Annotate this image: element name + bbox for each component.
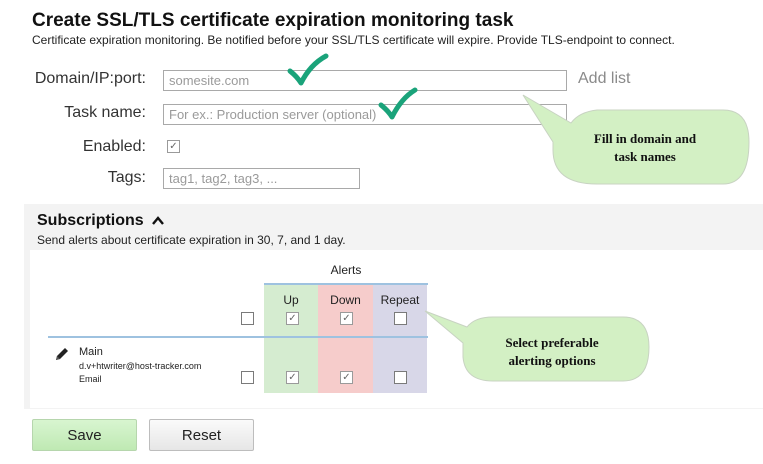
checkmark-icon: ✓ — [342, 312, 351, 324]
subscriber-name: Main — [79, 346, 103, 358]
task-name-input[interactable] — [163, 104, 567, 125]
subscriptions-toggle[interactable]: Subscriptions — [37, 212, 165, 230]
save-button[interactable]: Save — [32, 419, 137, 451]
form-callout-line-2: task names — [614, 149, 676, 164]
subscriptions-description: Send alerts about certificate expiration… — [37, 233, 346, 247]
row-select-checkbox[interactable] — [241, 371, 254, 384]
domain-input[interactable] — [163, 70, 567, 91]
row-down-checkbox[interactable]: ✓ — [340, 371, 353, 384]
green-checkmark-icon — [287, 53, 329, 86]
page-description: Certificate expiration monitoring. Be no… — [32, 33, 675, 47]
up-column-header: Up — [283, 293, 299, 307]
subscriber-email: d.v+htwriter@host-tracker.com — [79, 361, 202, 371]
down-all-checkbox[interactable]: ✓ — [340, 312, 353, 325]
alerts-callout-line-2: alerting options — [508, 353, 596, 368]
row-repeat-checkbox[interactable] — [394, 371, 407, 384]
repeat-all-checkbox[interactable] — [394, 312, 407, 325]
up-all-checkbox[interactable]: ✓ — [286, 312, 299, 325]
alerts-divider — [264, 283, 428, 285]
alerts-callout-line-1: Select preferable — [505, 335, 599, 350]
form-callout-line-1: Fill in domain and — [593, 131, 697, 146]
pencil-icon[interactable] — [54, 346, 70, 362]
select-all-checkbox[interactable] — [241, 312, 254, 325]
tags-label: Tags: — [107, 169, 146, 186]
subscriptions-title: Subscriptions — [37, 212, 144, 229]
page-title: Create SSL/TLS certificate expiration mo… — [32, 10, 514, 31]
row-up-checkbox[interactable]: ✓ — [286, 371, 299, 384]
down-column-header: Down — [330, 293, 361, 307]
alerts-callout: Select preferable alerting options — [467, 334, 637, 370]
checkmark-icon: ✓ — [288, 312, 297, 324]
tags-input[interactable] — [163, 168, 360, 189]
subscriber-type: Email — [79, 374, 102, 384]
domain-label: Domain/IP:port: — [34, 70, 146, 87]
checkmark-icon: ✓ — [169, 140, 178, 152]
reset-button[interactable]: Reset — [149, 419, 254, 451]
enabled-label: Enabled: — [82, 138, 146, 155]
form-callout: Fill in domain and task names — [555, 130, 735, 166]
task-name-label: Task name: — [64, 104, 146, 121]
add-list-link[interactable]: Add list — [578, 70, 630, 88]
green-checkmark-icon — [378, 87, 418, 120]
alerts-header: Alerts — [330, 263, 362, 277]
checkmark-icon: ✓ — [342, 371, 351, 383]
checkmark-icon: ✓ — [288, 371, 297, 383]
header-divider — [48, 336, 428, 338]
chevron-up-icon — [152, 216, 165, 226]
enabled-checkbox[interactable]: ✓ — [167, 140, 180, 153]
